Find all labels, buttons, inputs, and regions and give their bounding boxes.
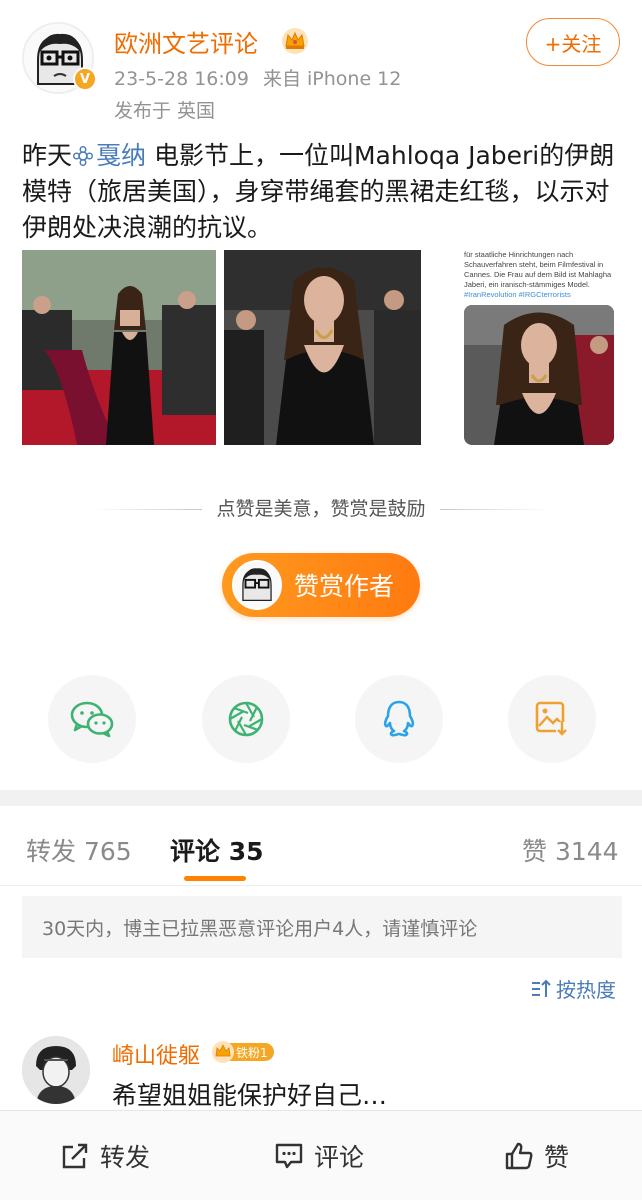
tab-comment-count: 35 — [228, 837, 264, 866]
tab-repost-count: 765 — [83, 837, 132, 866]
mention-text: 戛纳 — [96, 141, 147, 170]
photo-grid: für staatliche Hinrichtungen nach Schauv… — [22, 250, 620, 445]
save-image-button[interactable] — [508, 675, 596, 763]
thumbs-up-icon — [505, 1142, 533, 1170]
photo3-caption-line: Schauverfahren steht, beim Filmfestival … — [464, 260, 604, 269]
repost-label: 转发 — [100, 1143, 151, 1172]
like-button[interactable]: 赞 — [504, 1139, 569, 1173]
reward-author-button[interactable]: 赞赏作者 — [222, 553, 420, 617]
post-meta: 23-5-28 16:09 来自 iPhone 12 — [114, 64, 415, 91]
comment-text: 希望姐姐能保护好自己… — [112, 1081, 388, 1110]
qq-icon — [383, 700, 415, 737]
divider — [439, 509, 550, 510]
interaction-tabs: 转发 765 评论 35 赞 3144 — [0, 806, 642, 886]
repost-icon — [62, 1143, 88, 1169]
mention-link[interactable]: 戛纳 — [72, 141, 146, 170]
post-photo-2[interactable] — [224, 250, 421, 445]
reward-avatar — [232, 560, 282, 610]
sort-label: 按热度 — [556, 978, 616, 1002]
tab-repost[interactable]: 转发 765 — [26, 832, 132, 868]
photo3-caption-line: Jaberi, ein iranisch-stämmiges Model. — [464, 280, 590, 289]
blocked-users-notice: 30天内，博主已拉黑恶意评论用户4人，请谨慎评论 — [22, 896, 622, 958]
sort-icon — [532, 979, 551, 997]
photo3-caption-line: für staatliche Hinrichtungen nach — [464, 250, 574, 259]
fan-badge-label: 铁粉1 — [236, 1046, 268, 1060]
active-tab-indicator — [184, 876, 246, 881]
share-moments-button[interactable] — [202, 675, 290, 763]
reward-button-label: 赞赏作者 — [294, 572, 395, 601]
post-location: 发布于 英国 — [114, 100, 216, 122]
author-name[interactable]: 欧洲文艺评论 — [114, 24, 258, 59]
wechat-icon — [70, 701, 114, 738]
tab-like[interactable]: 赞 3144 — [522, 832, 619, 868]
save-image-icon — [535, 701, 568, 736]
tab-repost-label: 转发 — [26, 837, 77, 866]
topic-flower-icon — [73, 146, 94, 166]
post-source: 来自 iPhone 12 — [262, 68, 402, 90]
post-timestamp: 23-5-28 16:09 — [114, 68, 249, 90]
tab-comment[interactable]: 评论 35 — [170, 832, 264, 868]
section-divider — [0, 790, 642, 806]
repost-button[interactable]: 转发 — [60, 1139, 150, 1173]
share-row — [0, 675, 642, 763]
reward-caption-text: 点赞是美意，赞赏是鼓励 — [216, 498, 426, 520]
share-qq-button[interactable] — [355, 675, 443, 763]
photo3-caption: für staatliche Hinrichtungen nach Schauv… — [464, 250, 620, 300]
tab-like-count: 3144 — [554, 837, 619, 866]
comment-icon — [275, 1143, 303, 1169]
tab-comment-label: 评论 — [170, 837, 221, 866]
commenter-name[interactable]: 崎山徙躯 — [112, 1038, 200, 1070]
photo3-caption-line: Cannes. Die Frau auf dem Bild ist Mahlag… — [464, 270, 612, 279]
comment-label: 评论 — [314, 1143, 365, 1172]
post-text: 昨天 戛纳 电影节上，一位叫Mahloqa Jaberi的伊朗模特（旅居美国），身… — [22, 138, 622, 246]
verified-badge: V — [73, 67, 97, 91]
moments-icon — [228, 701, 264, 737]
vip-crown-icon[interactable] — [280, 26, 310, 54]
follow-button[interactable]: +关注 — [526, 18, 620, 66]
comment-button[interactable]: 评论 — [274, 1139, 364, 1173]
post-header: V 欧洲文艺评论 23-5-28 16:09 来自 iPhone 12 发布于 英… — [0, 0, 642, 130]
fan-badge: 铁粉1 — [212, 1041, 274, 1063]
post-photo-1[interactable] — [22, 250, 216, 445]
divider — [92, 509, 203, 510]
tab-like-label: 赞 — [522, 837, 548, 866]
bottom-action-bar: 转发 评论 赞 — [0, 1110, 642, 1200]
share-wechat-button[interactable] — [48, 675, 136, 763]
commenter-avatar[interactable] — [22, 1036, 90, 1104]
photo3-hashtags: #IranRevolution #IRGCterrorists — [464, 290, 571, 299]
photo3-embedded-image — [464, 305, 614, 445]
like-label: 赞 — [544, 1143, 570, 1172]
sort-by-hot-button[interactable]: 按热度 — [530, 974, 616, 1003]
post-photo-3[interactable]: für staatliche Hinrichtungen nach Schauv… — [432, 250, 620, 445]
reward-caption: 点赞是美意，赞赏是鼓励 — [0, 494, 642, 521]
post-text-before: 昨天 — [22, 141, 73, 170]
